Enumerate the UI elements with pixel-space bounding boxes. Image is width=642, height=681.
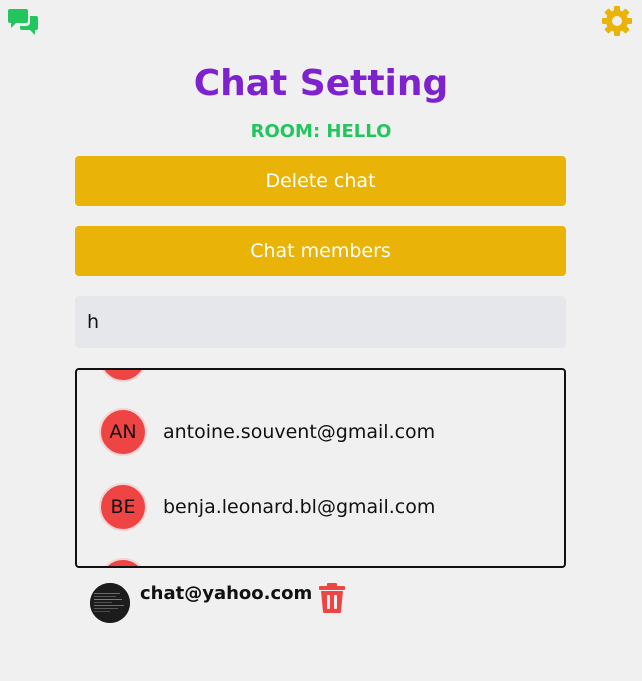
- member-avatar[interactable]: AN: [99, 408, 147, 456]
- gear-icon[interactable]: [601, 5, 633, 37]
- member-avatar[interactable]: [99, 370, 147, 382]
- chat-members-button[interactable]: Chat members: [75, 226, 566, 276]
- page-title: Chat Setting: [193, 63, 449, 104]
- member-list[interactable]: AN antoine.souvent@gmail.com BE benja.le…: [75, 368, 566, 568]
- delete-chat-button[interactable]: Delete chat: [75, 156, 566, 206]
- member-avatar[interactable]: BE: [99, 483, 147, 531]
- room-label: ROOM: HELLO: [250, 121, 392, 142]
- chat-bubbles-icon[interactable]: [6, 7, 40, 37]
- member-email[interactable]: antoine.souvent@gmail.com: [163, 420, 435, 444]
- member-email[interactable]: benja.leonard.bl@gmail.com: [163, 495, 435, 519]
- trash-icon[interactable]: [317, 582, 347, 614]
- member-search-input[interactable]: [75, 296, 566, 348]
- member-avatar[interactable]: [99, 558, 147, 566]
- current-user-email: chat@yahoo.com: [140, 583, 313, 604]
- avatar: [90, 583, 130, 623]
